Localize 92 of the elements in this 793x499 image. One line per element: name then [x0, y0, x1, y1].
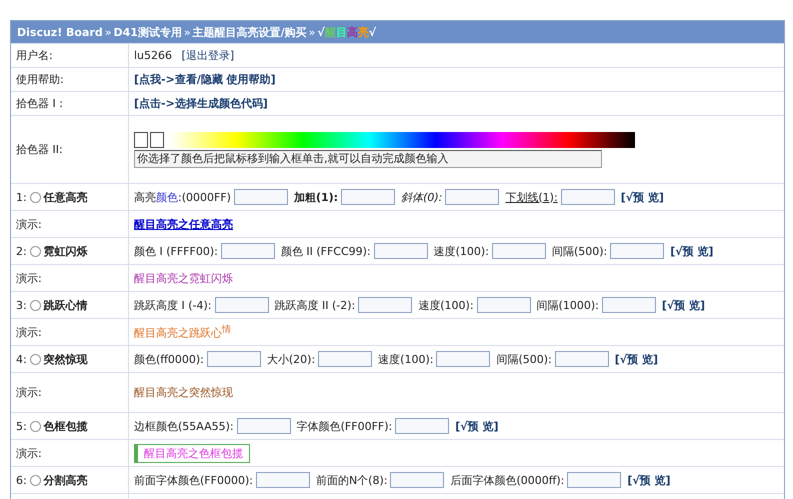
option-name: 任意高亮	[44, 190, 88, 204]
input-field[interactable]	[445, 189, 500, 205]
input-field[interactable]	[206, 351, 261, 367]
option-number: 5:	[16, 420, 27, 432]
row-label: 拾色器 I :	[16, 96, 63, 111]
option-name: 色框包揽	[44, 418, 88, 434]
color-swatch[interactable]	[134, 132, 148, 148]
row-label: 演示:	[16, 385, 42, 400]
option-name: 跳跃心情	[44, 298, 88, 312]
radio-button[interactable]	[30, 246, 41, 256]
preview-link[interactable]: [√预 览]	[627, 472, 671, 488]
help-link[interactable]: [点我->查看/隐藏 使用帮助]	[134, 72, 276, 87]
row-label: 演示:	[16, 216, 42, 232]
preview-link[interactable]: [√预 览]	[670, 244, 714, 258]
field-label: 颜色 I (FFFF00):	[134, 244, 218, 258]
demo-text: 醒目高亮之突然惊现	[134, 385, 233, 400]
field-label: 速度(100):	[378, 352, 434, 366]
input-field[interactable]	[236, 418, 291, 434]
preview-link[interactable]: [√预 览]	[662, 298, 706, 312]
input-field[interactable]	[395, 418, 450, 434]
demo-text: 醒目高亮之霓虹闪烁	[134, 270, 233, 286]
input-field[interactable]	[602, 297, 656, 313]
input-field[interactable]	[220, 243, 275, 259]
input-field[interactable]	[318, 351, 372, 367]
radio-button[interactable]	[30, 474, 41, 486]
field-label: 跳跃高度 I (-4):	[134, 298, 212, 312]
input-field[interactable]	[492, 243, 546, 259]
demo-link[interactable]: 醒目高亮之任意高亮	[134, 216, 233, 232]
field-label: 颜色(ff0000):	[134, 352, 204, 366]
username: lu5266	[134, 49, 172, 62]
breadcrumb-separator: »	[104, 26, 112, 38]
preview-link[interactable]: [√预 览]	[455, 418, 498, 434]
field-label: 速度(100):	[418, 298, 474, 312]
input-field[interactable]	[341, 189, 396, 205]
breadcrumb-separator: »	[184, 26, 191, 38]
color-gradient-bar[interactable]	[170, 132, 635, 148]
field-label: 后面字体颜色(0000ff):	[450, 472, 564, 488]
input-field[interactable]	[436, 351, 490, 367]
row-label: 拾色器 II:	[16, 142, 63, 157]
demo-text: 醒目高亮之色框包揽	[134, 444, 250, 462]
field-label: 跳跃高度 II (-2):	[274, 298, 356, 312]
field-label: 大小(20):	[266, 352, 316, 366]
field-label: 间隔(500):	[552, 244, 608, 258]
input-field[interactable]	[390, 472, 444, 488]
option-name: 霓虹闪烁	[44, 244, 88, 258]
field-label: 间隔(1000):	[536, 298, 599, 312]
field-label: 加粗(1):	[294, 190, 338, 204]
preview-link[interactable]: [√预 览]	[620, 190, 664, 204]
color-code-link[interactable]: [点击->选择生成颜色代码]	[134, 96, 268, 111]
input-field[interactable]	[214, 297, 268, 313]
row-label: 演示:	[16, 446, 42, 460]
radio-button[interactable]	[30, 420, 41, 432]
input-field[interactable]	[374, 243, 428, 259]
input-field[interactable]	[560, 189, 615, 205]
color-input-field[interactable]: 你选择了颜色后把鼠标移到输入框单击,就可以自动完成颜色输入	[134, 150, 602, 168]
field-label: 高亮颜色:(0000FF)	[134, 190, 231, 204]
input-field[interactable]	[476, 297, 531, 313]
field-label: 边框颜色(55AA55):	[134, 418, 234, 434]
color-swatch[interactable]	[150, 132, 164, 148]
radio-button[interactable]	[30, 192, 41, 202]
field-label: 斜体(0):	[401, 190, 442, 204]
input-field[interactable]	[567, 472, 622, 488]
option-number: 2:	[16, 244, 27, 258]
field-label: 前面的N个(8):	[316, 472, 388, 488]
input-field[interactable]	[234, 189, 288, 205]
radio-button[interactable]	[30, 300, 41, 310]
option-number: 4:	[16, 352, 27, 366]
preview-link[interactable]: [√预 览]	[614, 352, 658, 366]
row-label: 使用帮助:	[16, 72, 64, 87]
row-label: 用户名:	[16, 48, 53, 63]
field-label: 下划线(1):	[505, 190, 558, 204]
input-field[interactable]	[256, 472, 310, 488]
field-label: 前面字体颜色(FF0000):	[134, 472, 253, 488]
option-number: 6:	[16, 474, 27, 486]
logout-link[interactable]: [退出登录]	[182, 48, 234, 63]
field-label: 速度(100):	[434, 244, 489, 258]
row-label: 演示:	[16, 324, 42, 340]
field-label: 字体颜色(FF00FF):	[296, 418, 392, 434]
field-label: 颜色 II (FFCC99):	[280, 244, 371, 258]
page-title: √醒目高亮√	[317, 24, 376, 40]
option-number: 3:	[16, 298, 27, 312]
input-field[interactable]	[610, 243, 664, 259]
row-label: 演示:	[16, 270, 42, 286]
option-name: 突然惊现	[44, 352, 88, 366]
input-field[interactable]	[554, 351, 609, 367]
option-number: 1:	[16, 190, 27, 204]
field-label: 间隔(500):	[496, 352, 552, 366]
option-name: 分割高亮	[44, 472, 88, 488]
breadcrumb-separator: »	[308, 26, 316, 38]
input-field[interactable]	[358, 297, 412, 313]
demo-text: 醒目高亮之跳跃心$^{情}$	[134, 323, 231, 341]
radio-button[interactable]	[30, 354, 41, 364]
